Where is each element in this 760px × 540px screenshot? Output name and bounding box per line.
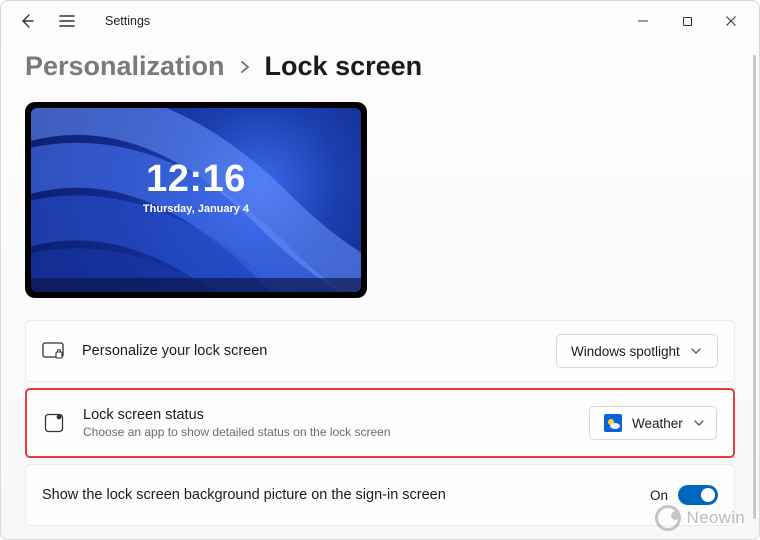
personalize-dropdown[interactable]: Windows spotlight — [556, 334, 718, 368]
signin-picture-toggle[interactable] — [678, 485, 718, 505]
toggle-knob — [701, 488, 715, 502]
status-icon — [43, 412, 65, 434]
personalize-text: Personalize your lock screen — [82, 343, 267, 359]
content-area: Personalization Lock screen 12:16 Thursd… — [1, 41, 759, 539]
personalize-dropdown-value: Windows spotlight — [571, 344, 680, 359]
chevron-down-icon — [690, 345, 702, 357]
arrow-left-icon — [19, 13, 35, 29]
status-dropdown[interactable]: Weather — [589, 406, 717, 440]
preview-screen: 12:16 Thursday, January 4 — [31, 108, 361, 292]
breadcrumb: Personalization Lock screen — [25, 51, 735, 82]
weather-app-icon — [604, 414, 622, 432]
personalize-title: Personalize your lock screen — [82, 343, 267, 359]
lock-screen-status-row[interactable]: Lock screen status Choose an app to show… — [25, 388, 735, 458]
maximize-button[interactable] — [665, 6, 709, 36]
minimize-icon — [637, 15, 649, 27]
nav-menu-button[interactable] — [55, 9, 79, 33]
signin-picture-label: Show the lock screen background picture … — [42, 487, 446, 503]
breadcrumb-parent[interactable]: Personalization — [25, 51, 225, 82]
hamburger-icon — [59, 14, 75, 28]
settings-window: Settings Personalization Lock screen — [0, 0, 760, 540]
close-button[interactable] — [709, 6, 753, 36]
app-title: Settings — [105, 14, 150, 28]
status-dropdown-value: Weather — [632, 416, 683, 431]
breadcrumb-current: Lock screen — [265, 51, 423, 82]
preview-date: Thursday, January 4 — [31, 203, 361, 215]
back-button[interactable] — [15, 9, 39, 33]
scrollbar[interactable] — [753, 55, 756, 519]
preview-clock: 12:16 Thursday, January 4 — [31, 158, 361, 215]
window-controls — [621, 6, 753, 36]
preview-taskbar — [31, 278, 361, 292]
lock-screen-preview[interactable]: 12:16 Thursday, January 4 — [25, 102, 367, 298]
chevron-right-icon — [239, 60, 251, 74]
status-text: Lock screen status Choose an app to show… — [83, 407, 391, 439]
chevron-down-icon — [693, 417, 705, 429]
signin-picture-state: On — [650, 488, 668, 503]
status-subtitle: Choose an app to show detailed status on… — [83, 425, 391, 439]
status-title: Lock screen status — [83, 407, 391, 423]
titlebar-left: Settings — [15, 9, 150, 33]
signin-picture-row: Show the lock screen background picture … — [25, 464, 735, 526]
close-icon — [725, 15, 737, 27]
personalize-lock-screen-row[interactable]: Personalize your lock screen Windows spo… — [25, 320, 735, 382]
preview-time: 12:16 — [31, 158, 361, 201]
maximize-icon — [682, 16, 693, 27]
lock-screen-icon — [42, 340, 64, 362]
minimize-button[interactable] — [621, 6, 665, 36]
titlebar: Settings — [1, 1, 759, 41]
